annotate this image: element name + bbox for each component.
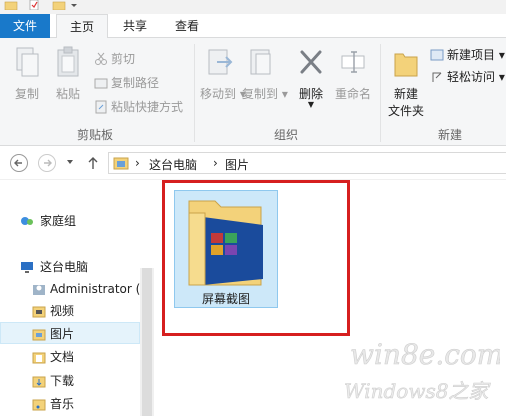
paste-shortcut-button[interactable]: 粘贴快捷方式 (94, 98, 183, 116)
navigation-bar: › 这台电脑 › 图片 (0, 146, 506, 180)
shortcut-icon (94, 100, 108, 114)
properties-icon[interactable] (28, 0, 40, 10)
new-item-icon (430, 48, 444, 62)
breadcrumb-separator[interactable]: › (135, 156, 140, 170)
music-folder-icon (32, 399, 46, 411)
computer-icon (21, 262, 33, 273)
tab-view[interactable]: 查看 (164, 14, 210, 38)
breadcrumb-pictures[interactable]: 图片 (225, 156, 249, 173)
arrow-up-icon[interactable] (86, 155, 100, 171)
delete-x-icon (300, 50, 322, 74)
tab-file[interactable]: 文件 (0, 14, 50, 38)
new-item-label: 新建项目 (447, 48, 496, 62)
nav-documents[interactable]: 文档 (0, 346, 140, 368)
watermark-graphic: win8e.com Windows8之家 (344, 338, 504, 404)
organize-group-label: 组织 (273, 128, 298, 142)
rename-button[interactable]: 重命名 (332, 46, 374, 102)
nav-music[interactable]: 音乐 (0, 393, 140, 415)
copy-to-button[interactable]: 复制到 ▾ (242, 46, 288, 102)
tab-share[interactable]: 共享 (112, 14, 158, 38)
documents-folder-icon (32, 352, 46, 364)
nav-documents-label: 文档 (50, 350, 75, 364)
new-folder-label-line2: 文件夹 (387, 104, 424, 118)
customize-qa-icon[interactable] (70, 0, 78, 10)
rename-icon (341, 51, 365, 73)
cut-label: 剪切 (111, 52, 136, 66)
copy-to-label: 复制到 ▾ (242, 87, 288, 101)
move-to-button[interactable]: 移动到 ▾ (200, 46, 246, 102)
easy-access-icon (430, 70, 444, 84)
nav-videos[interactable]: 视频 (0, 300, 140, 322)
recent-locations-icon[interactable] (66, 158, 74, 166)
nav-homegroup[interactable]: 家庭组 (0, 210, 140, 232)
copy-label: 复制 (14, 87, 39, 101)
nav-videos-label: 视频 (50, 304, 75, 318)
copy-to-icon (250, 49, 271, 75)
new-item-button[interactable]: 新建项目 ▾ (430, 46, 505, 64)
back-button[interactable] (10, 154, 28, 172)
move-to-label: 移动到 ▾ (200, 87, 246, 101)
breadcrumb-separator[interactable]: › (213, 156, 218, 170)
nav-scrollbar-thumb[interactable] (142, 268, 152, 416)
new-folder-label-line1: 新建 (393, 87, 418, 101)
ribbon-tabs: 文件 主页 共享 查看 (0, 14, 506, 39)
easy-access-button[interactable]: 轻松访问 ▾ (430, 68, 505, 86)
group-separator (380, 44, 381, 142)
nav-this-pc-label: 这台电脑 (40, 260, 89, 274)
delete-button[interactable]: 删除 ▼ (294, 46, 328, 109)
homegroup-icon (21, 217, 33, 225)
easy-access-label: 轻松访问 (447, 70, 496, 84)
rename-label: 重命名 (334, 87, 371, 101)
nav-downloads[interactable]: 下载 (0, 370, 140, 392)
watermark-logo: win8e.com Windows8之家 (340, 330, 504, 416)
new-folder-icon[interactable] (52, 0, 66, 10)
videos-folder-icon (32, 306, 46, 318)
downloads-folder-icon (32, 376, 46, 388)
nav-homegroup-label: 家庭组 (40, 214, 77, 228)
nav-administrator-label: Administrator ( (50, 282, 140, 296)
paste-label: 粘贴 (55, 87, 80, 101)
pictures-folder-icon (32, 329, 46, 341)
scissors-icon (94, 52, 108, 66)
copy-button[interactable]: 复制 (8, 46, 46, 102)
nav-downloads-label: 下载 (50, 374, 75, 388)
new-folder-button[interactable]: 新建 文件夹 (384, 46, 428, 119)
address-bar[interactable]: › 这台电脑 › 图片 (108, 152, 506, 174)
title-bar (0, 0, 506, 14)
clipboard-group-label: 剪贴板 (76, 128, 113, 142)
paste-shortcut-label: 粘贴快捷方式 (111, 100, 184, 114)
watermark-line2: Windows8之家 (344, 379, 491, 403)
ribbon: 复制 粘贴 剪切 复制路径 粘贴快捷方式 剪贴板 移动到 ▾ 复制到 ▾ 删除 … (0, 38, 506, 146)
watermark-line1: win8e.com (350, 338, 500, 371)
user-folder-icon (33, 285, 45, 295)
move-to-icon (208, 49, 233, 75)
nav-administrator[interactable]: Administrator ( (0, 278, 140, 300)
nav-this-pc[interactable]: 这台电脑 (0, 256, 140, 278)
tab-home[interactable]: 主页 (56, 14, 108, 39)
forward-button[interactable] (38, 154, 56, 172)
path-icon (94, 76, 108, 90)
breadcrumb-this-pc[interactable]: 这台电脑 (149, 156, 197, 173)
cut-button[interactable]: 剪切 (94, 50, 135, 68)
copy-path-button[interactable]: 复制路径 (94, 74, 159, 92)
clipboard-icon (57, 46, 79, 77)
new-folder-icon (394, 53, 418, 77)
paste-button[interactable]: 粘贴 (50, 46, 86, 102)
folder-icon[interactable] (4, 0, 18, 10)
nav-pictures-label: 图片 (50, 327, 75, 341)
copy-path-label: 复制路径 (111, 76, 160, 90)
pictures-location-icon (113, 157, 129, 170)
nav-pictures[interactable]: 图片 (0, 322, 140, 344)
highlight-box (162, 180, 350, 336)
arrow-left-icon (14, 159, 22, 167)
group-separator (194, 44, 195, 142)
arrow-right-icon (44, 159, 52, 167)
copy-icon (16, 47, 39, 77)
nav-music-label: 音乐 (50, 397, 75, 411)
new-group-label: 新建 (437, 128, 462, 142)
